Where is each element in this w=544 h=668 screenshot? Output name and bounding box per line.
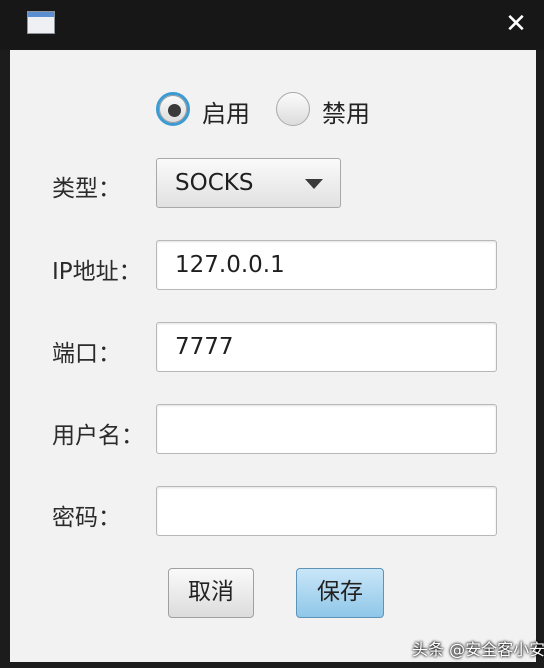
- radio-disable-circle[interactable]: [276, 92, 310, 126]
- port-input[interactable]: [156, 322, 497, 372]
- username-input[interactable]: [156, 404, 497, 454]
- proxy-settings-dialog: 启用 禁用 类型： SOCKS IP地址： 端口： 用户名： 密码： 取消 保存: [10, 50, 536, 662]
- proxy-type-value: SOCKS: [175, 170, 254, 196]
- port-label: 端口：: [52, 341, 121, 367]
- watermark-text: 头条 @安全客小安: [412, 640, 544, 659]
- ip-address-input[interactable]: [156, 240, 497, 290]
- radio-selected-dot: [168, 104, 181, 117]
- radio-enable-label: 启用: [202, 100, 250, 128]
- type-label: 类型：: [52, 176, 121, 202]
- password-label: 密码：: [52, 505, 121, 531]
- chevron-down-icon: [305, 179, 323, 189]
- close-icon: ✕: [505, 9, 527, 39]
- ip-label: IP地址：: [52, 259, 142, 285]
- proxy-type-dropdown[interactable]: SOCKS: [156, 158, 341, 208]
- cancel-button[interactable]: 取消: [168, 568, 254, 618]
- window-icon: [27, 11, 55, 34]
- title-bar: ✕: [0, 0, 544, 50]
- username-label: 用户名：: [52, 423, 144, 449]
- password-input[interactable]: [156, 486, 497, 536]
- radio-enable-circle[interactable]: [156, 92, 190, 126]
- radio-disable-label: 禁用: [322, 100, 370, 128]
- close-button[interactable]: ✕: [500, 8, 532, 40]
- save-button[interactable]: 保存: [296, 568, 384, 618]
